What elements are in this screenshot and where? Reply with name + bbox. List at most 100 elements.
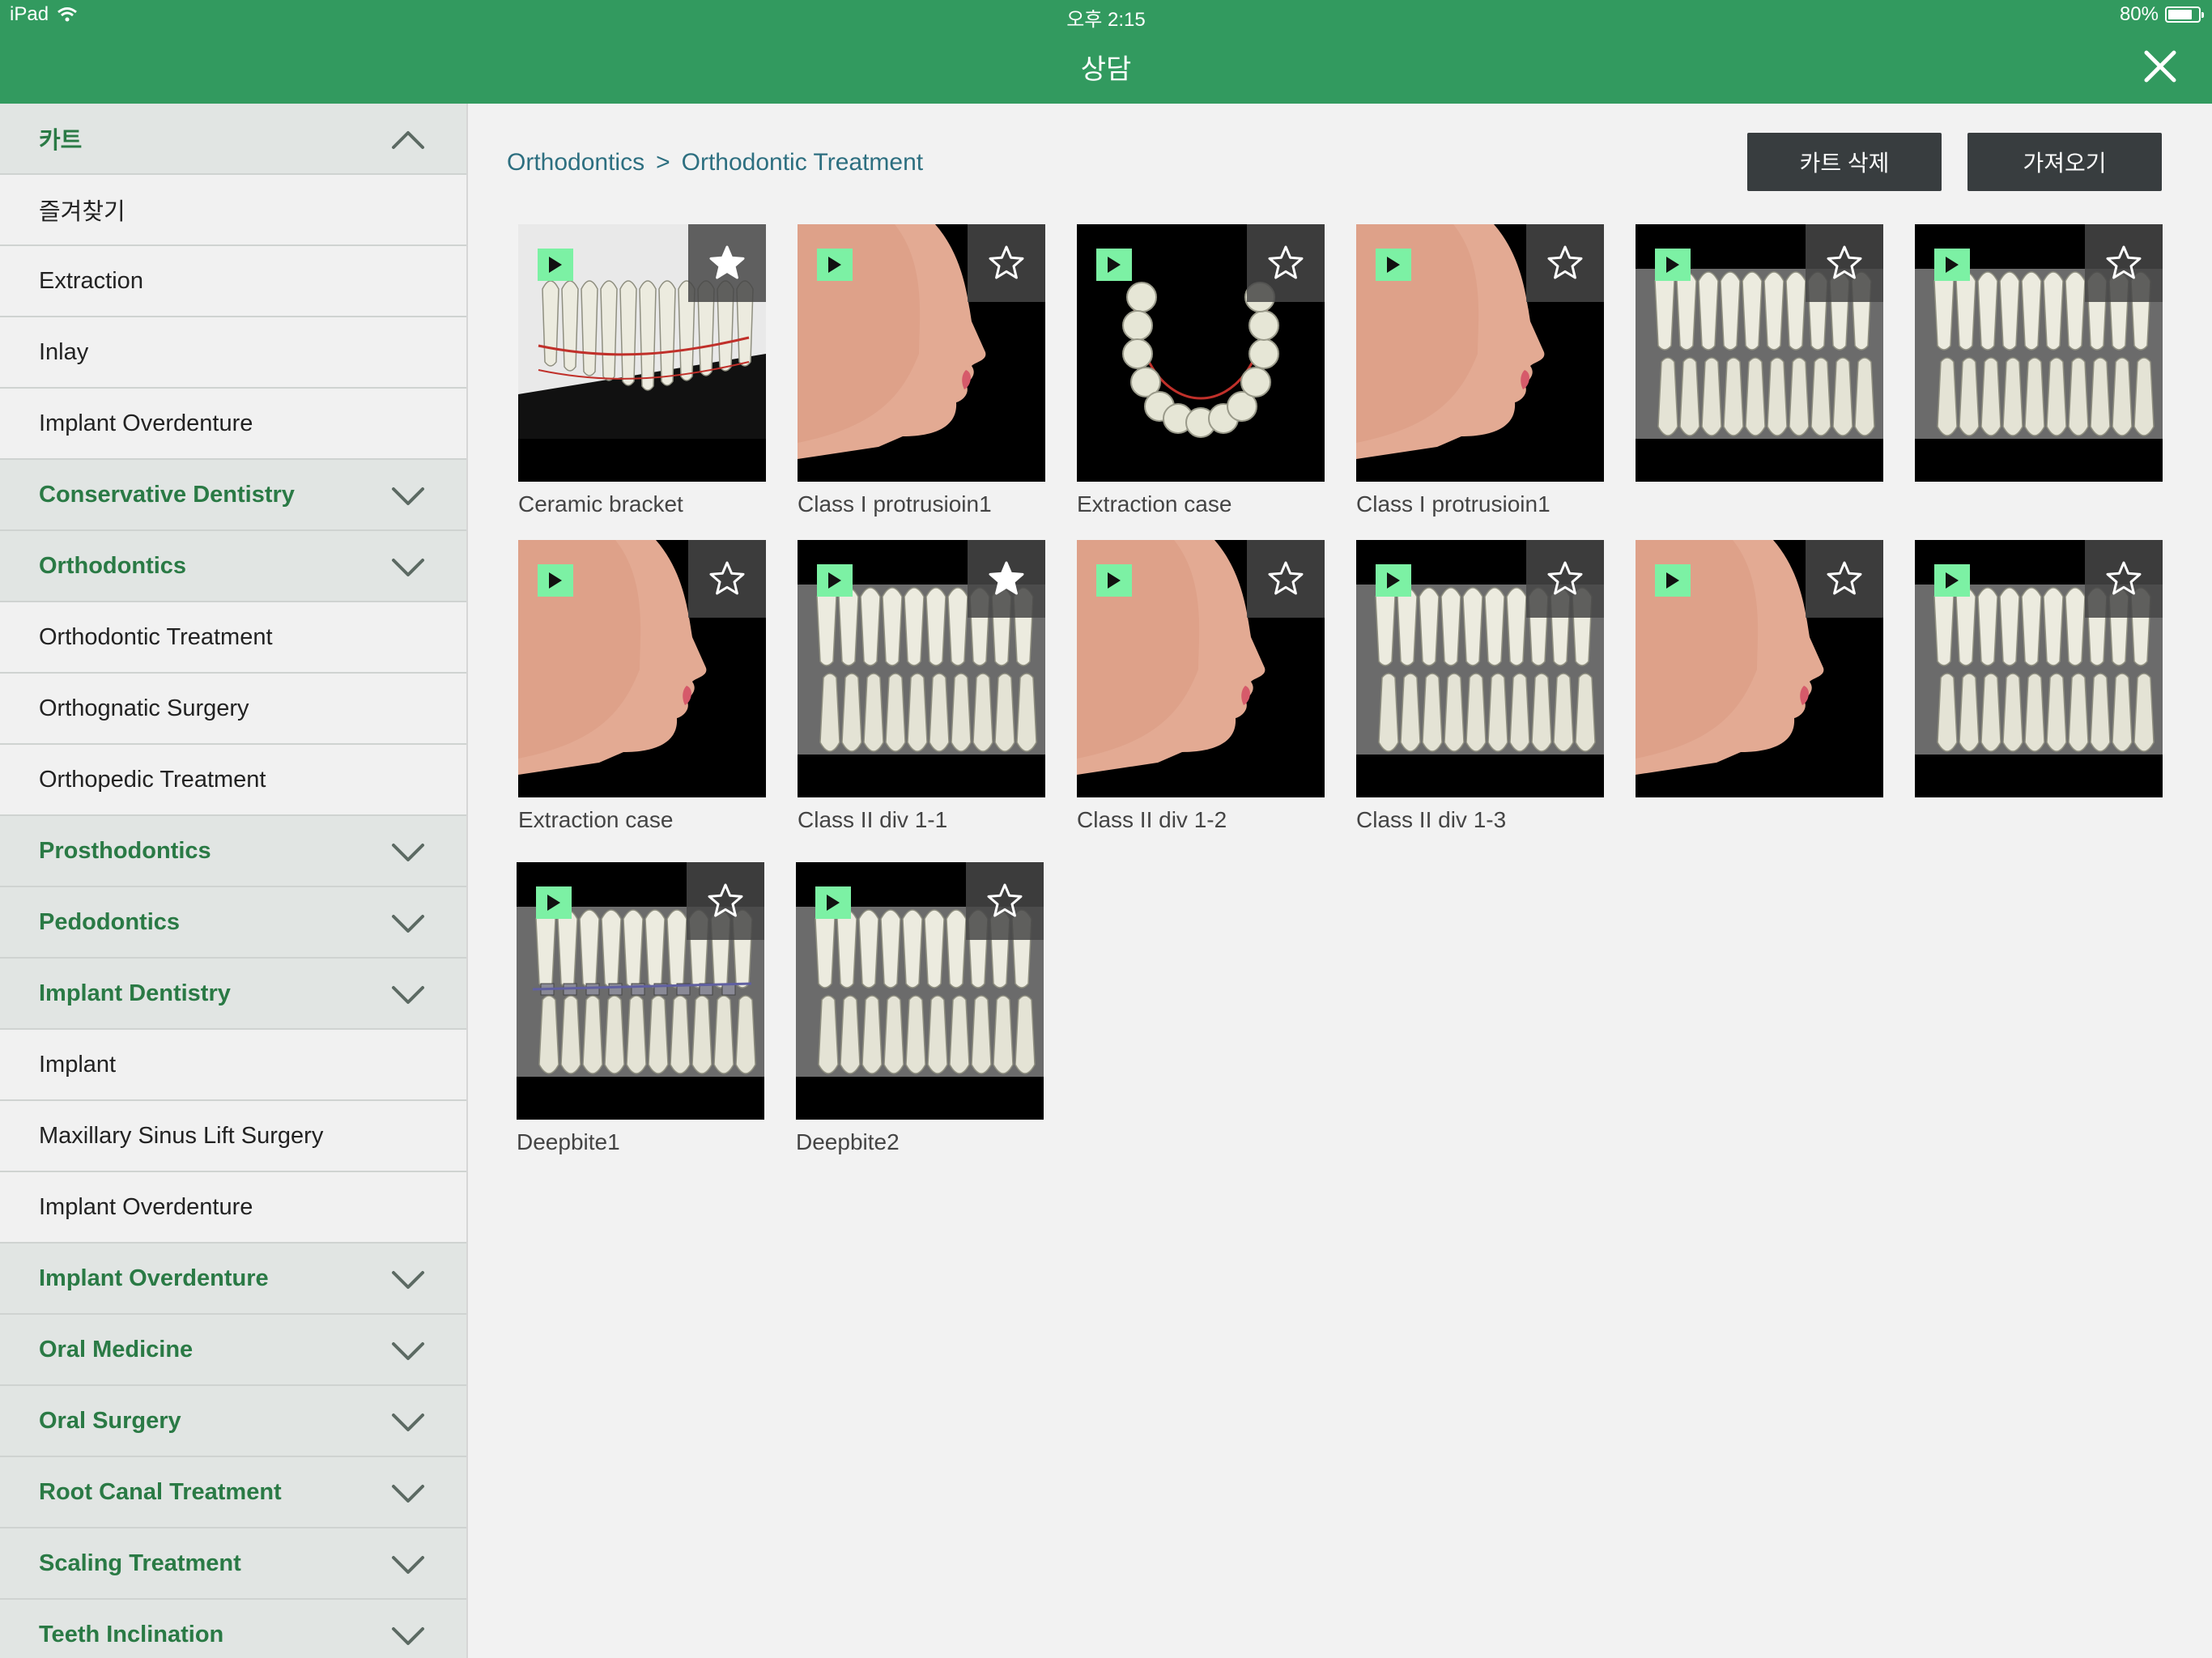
- favorite-toggle[interactable]: [1806, 540, 1883, 618]
- sidebar-category[interactable]: Oral Medicine: [0, 1315, 466, 1386]
- import-button[interactable]: 가져오기: [1967, 133, 2162, 191]
- sidebar-category[interactable]: Implant Overdenture: [0, 1244, 466, 1315]
- play-button[interactable]: [538, 564, 573, 597]
- favorite-toggle[interactable]: [968, 540, 1045, 618]
- sidebar-category[interactable]: Teeth Inclination: [0, 1600, 466, 1658]
- favorite-toggle[interactable]: [687, 862, 764, 940]
- favorite-toggle[interactable]: [688, 224, 766, 302]
- media-card[interactable]: Ceramic bracket: [518, 224, 766, 521]
- favorite-toggle[interactable]: [966, 862, 1044, 940]
- media-card[interactable]: Class I protrusioin1: [798, 224, 1045, 521]
- sidebar-category[interactable]: Oral Surgery: [0, 1386, 466, 1457]
- sidebar-category[interactable]: 카트: [0, 104, 466, 175]
- sidebar-category[interactable]: Scaling Treatment: [0, 1528, 466, 1600]
- sidebar-item-label: Maxillary Sinus Lift Surgery: [39, 1122, 324, 1149]
- play-button[interactable]: [817, 249, 853, 281]
- media-caption: [1915, 491, 2163, 521]
- breadcrumb-parent[interactable]: Orthodontics: [507, 149, 644, 176]
- favorite-toggle[interactable]: [1247, 224, 1325, 302]
- sidebar-item[interactable]: Implant Overdenture: [0, 389, 466, 460]
- chevron-down-icon[interactable]: [390, 483, 426, 508]
- chevron-up-icon[interactable]: [390, 126, 426, 152]
- media-thumbnail[interactable]: [518, 540, 766, 797]
- play-button[interactable]: [1655, 249, 1691, 281]
- media-card[interactable]: [1915, 224, 2163, 521]
- chevron-down-icon[interactable]: [390, 839, 426, 865]
- media-thumbnail[interactable]: [1356, 224, 1604, 482]
- favorite-toggle[interactable]: [1526, 224, 1604, 302]
- delete-cart-button[interactable]: 카트 삭제: [1747, 133, 1942, 191]
- chevron-down-icon[interactable]: [390, 1480, 426, 1506]
- media-thumbnail[interactable]: [798, 540, 1045, 797]
- favorite-toggle[interactable]: [688, 540, 766, 618]
- sidebar-item[interactable]: Inlay: [0, 317, 466, 389]
- media-card[interactable]: [1915, 540, 2163, 836]
- media-thumbnail[interactable]: [517, 862, 764, 1120]
- chevron-down-icon[interactable]: [390, 1622, 426, 1648]
- chevron-down-icon[interactable]: [390, 981, 426, 1007]
- sidebar-category[interactable]: Conservative Dentistry: [0, 460, 466, 531]
- chevron-down-icon[interactable]: [390, 1551, 426, 1577]
- close-button[interactable]: [2142, 49, 2178, 84]
- play-button[interactable]: [1376, 564, 1411, 597]
- favorite-toggle[interactable]: [1526, 540, 1604, 618]
- media-card[interactable]: [1636, 540, 1883, 836]
- media-card[interactable]: Extraction case: [1077, 224, 1325, 521]
- sidebar-item[interactable]: Extraction: [0, 246, 466, 317]
- media-card[interactable]: Class I protrusioin1: [1356, 224, 1604, 521]
- play-button[interactable]: [1934, 564, 1970, 597]
- play-button[interactable]: [817, 564, 853, 597]
- favorite-toggle[interactable]: [1806, 224, 1883, 302]
- media-card[interactable]: Extraction case: [518, 540, 766, 836]
- play-button[interactable]: [536, 886, 572, 919]
- media-card[interactable]: Class II div 1-2: [1077, 540, 1325, 836]
- sidebar-category[interactable]: Root Canal Treatment: [0, 1457, 466, 1528]
- media-card[interactable]: Class II div 1-1: [798, 540, 1045, 836]
- chevron-down-icon[interactable]: [390, 1409, 426, 1435]
- sidebar-item[interactable]: 즐겨찾기: [0, 175, 466, 246]
- chevron-down-icon[interactable]: [390, 910, 426, 936]
- play-button[interactable]: [1096, 564, 1132, 597]
- media-thumbnail[interactable]: [1915, 224, 2163, 482]
- play-button[interactable]: [538, 249, 573, 281]
- sidebar-item[interactable]: Orthopedic Treatment: [0, 745, 466, 816]
- play-button[interactable]: [1655, 564, 1691, 597]
- sidebar-category[interactable]: Prosthodontics: [0, 816, 466, 887]
- sidebar-item[interactable]: Orthognatic Surgery: [0, 674, 466, 745]
- favorite-toggle[interactable]: [2085, 540, 2163, 618]
- sidebar-category[interactable]: Pedodontics: [0, 887, 466, 959]
- favorite-toggle[interactable]: [968, 224, 1045, 302]
- sidebar-item[interactable]: Maxillary Sinus Lift Surgery: [0, 1101, 466, 1172]
- sidebar-item[interactable]: Orthodontic Treatment: [0, 602, 466, 674]
- sidebar-item[interactable]: Implant Overdenture: [0, 1172, 466, 1244]
- play-button[interactable]: [1934, 249, 1970, 281]
- chevron-down-icon[interactable]: [390, 554, 426, 580]
- favorite-toggle[interactable]: [2085, 224, 2163, 302]
- media-thumbnail[interactable]: [518, 224, 766, 482]
- battery-percent: 80%: [2119, 3, 2159, 25]
- sidebar-category[interactable]: Implant Dentistry: [0, 959, 466, 1030]
- media-card[interactable]: Class II div 1-3: [1356, 540, 1604, 836]
- media-caption: [1915, 807, 2163, 836]
- chevron-down-icon[interactable]: [390, 1337, 426, 1363]
- play-button[interactable]: [1376, 249, 1411, 281]
- favorite-toggle[interactable]: [1247, 540, 1325, 618]
- media-thumbnail[interactable]: [796, 862, 1044, 1120]
- media-thumbnail[interactable]: [1356, 540, 1604, 797]
- media-card[interactable]: Deepbite1: [517, 862, 764, 1158]
- media-thumbnail[interactable]: [1636, 224, 1883, 482]
- media-thumbnail[interactable]: [1636, 540, 1883, 797]
- media-card[interactable]: Deepbite2: [796, 862, 1044, 1158]
- media-thumbnail[interactable]: [1077, 224, 1325, 482]
- media-thumbnail[interactable]: [798, 224, 1045, 482]
- sidebar-item[interactable]: Implant: [0, 1030, 466, 1101]
- breadcrumb-current[interactable]: Orthodontic Treatment: [682, 149, 923, 176]
- media-thumbnail[interactable]: [1077, 540, 1325, 797]
- play-button[interactable]: [1096, 249, 1132, 281]
- media-card[interactable]: [1636, 224, 1883, 521]
- media-caption: Class II div 1-1: [798, 807, 948, 832]
- media-thumbnail[interactable]: [1915, 540, 2163, 797]
- play-button[interactable]: [815, 886, 851, 919]
- sidebar-category[interactable]: Orthodontics: [0, 531, 466, 602]
- chevron-down-icon[interactable]: [390, 1266, 426, 1292]
